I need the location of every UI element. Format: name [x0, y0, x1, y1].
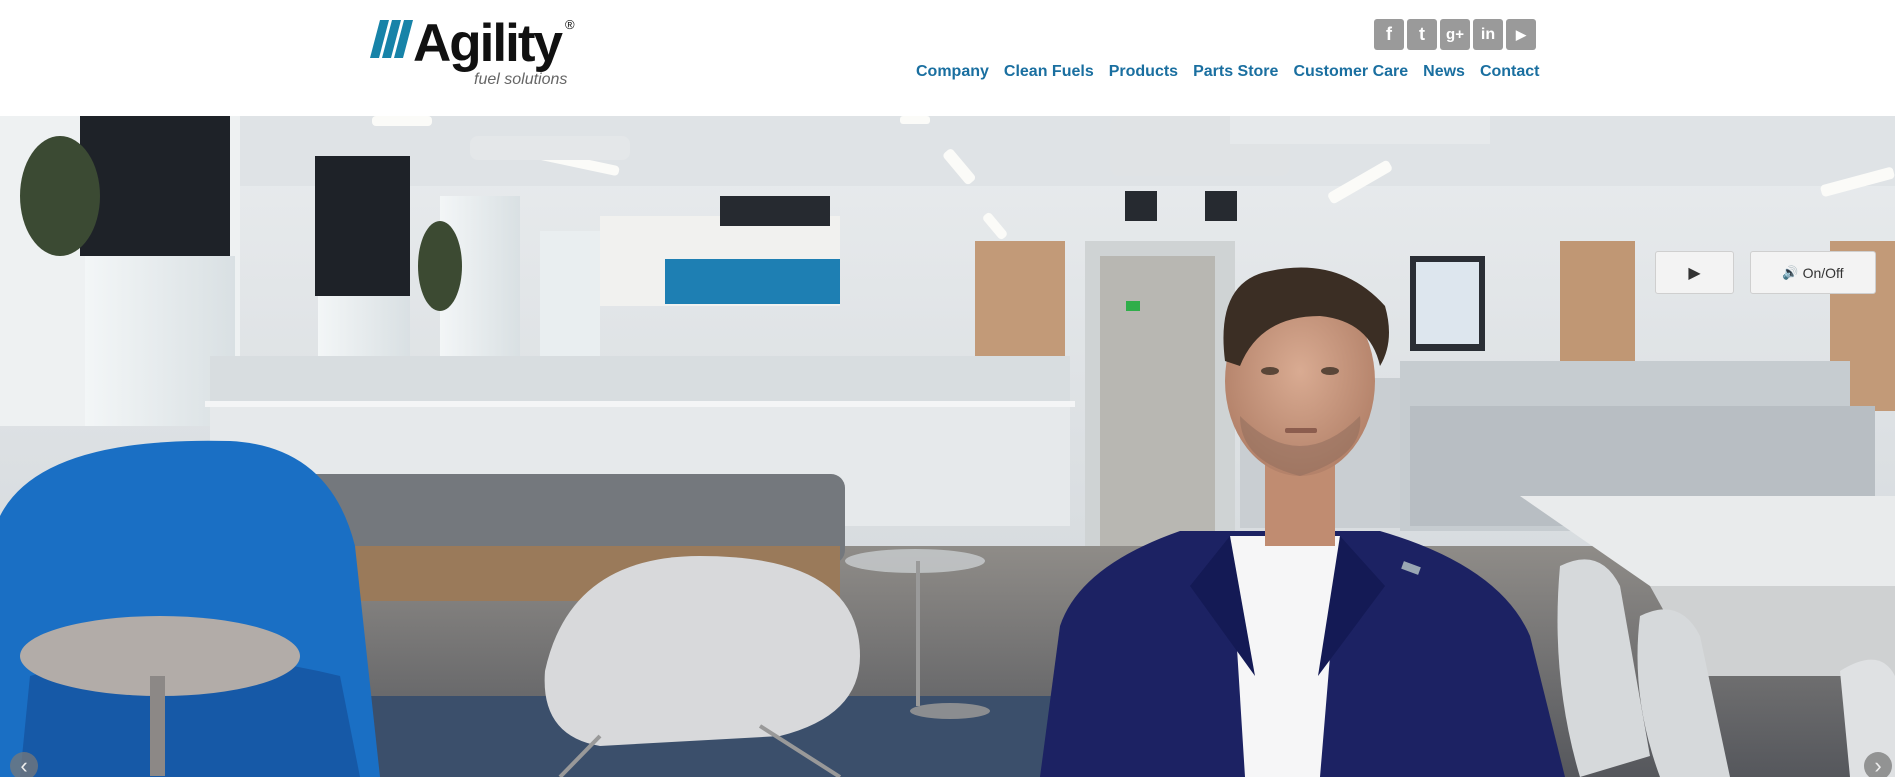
site-header: Agility ® fuel solutions f t g+ in ▶ Com… — [0, 0, 1895, 116]
play-button[interactable]: ▶ — [1655, 251, 1734, 294]
logo-stripes-icon — [370, 20, 413, 58]
chevron-left-icon: ‹ — [20, 753, 28, 777]
logo-tagline: fuel solutions — [474, 71, 568, 88]
logo-wordmark: Agility — [413, 14, 563, 73]
social-links: f t g+ in ▶ — [1374, 19, 1536, 50]
sound-toggle-button[interactable]: 🔊 On/Off — [1750, 251, 1876, 294]
nav-item-news[interactable]: News — [1423, 62, 1465, 82]
main-nav: Company Clean Fuels Products Parts Store… — [916, 62, 1540, 82]
hero-video-frame — [0, 116, 1895, 777]
nav-item-parts-store[interactable]: Parts Store — [1193, 62, 1278, 82]
slider-next-button[interactable]: › — [1864, 752, 1892, 777]
google-plus-icon[interactable]: g+ — [1440, 19, 1470, 50]
registered-mark: ® — [565, 17, 575, 32]
twitter-icon[interactable]: t — [1407, 19, 1437, 50]
nav-item-products[interactable]: Products — [1109, 62, 1178, 82]
slider-prev-button[interactable]: ‹ — [10, 752, 38, 777]
hero-video[interactable]: ▶ 🔊 On/Off ‹ › — [0, 116, 1895, 777]
sound-toggle-label: On/Off — [1802, 264, 1844, 281]
nav-item-customer-care[interactable]: Customer Care — [1293, 62, 1408, 82]
nav-item-contact[interactable]: Contact — [1480, 62, 1540, 82]
agility-logo[interactable]: Agility ® fuel solutions — [370, 16, 580, 90]
speaker-icon: 🔊 — [1782, 264, 1799, 280]
facebook-icon[interactable]: f — [1374, 19, 1404, 50]
nav-item-clean-fuels[interactable]: Clean Fuels — [1004, 62, 1094, 82]
play-icon: ▶ — [1688, 264, 1701, 282]
youtube-icon[interactable]: ▶ — [1506, 19, 1536, 50]
linkedin-icon[interactable]: in — [1473, 19, 1503, 50]
chevron-right-icon: › — [1874, 753, 1882, 777]
nav-item-company[interactable]: Company — [916, 62, 989, 82]
